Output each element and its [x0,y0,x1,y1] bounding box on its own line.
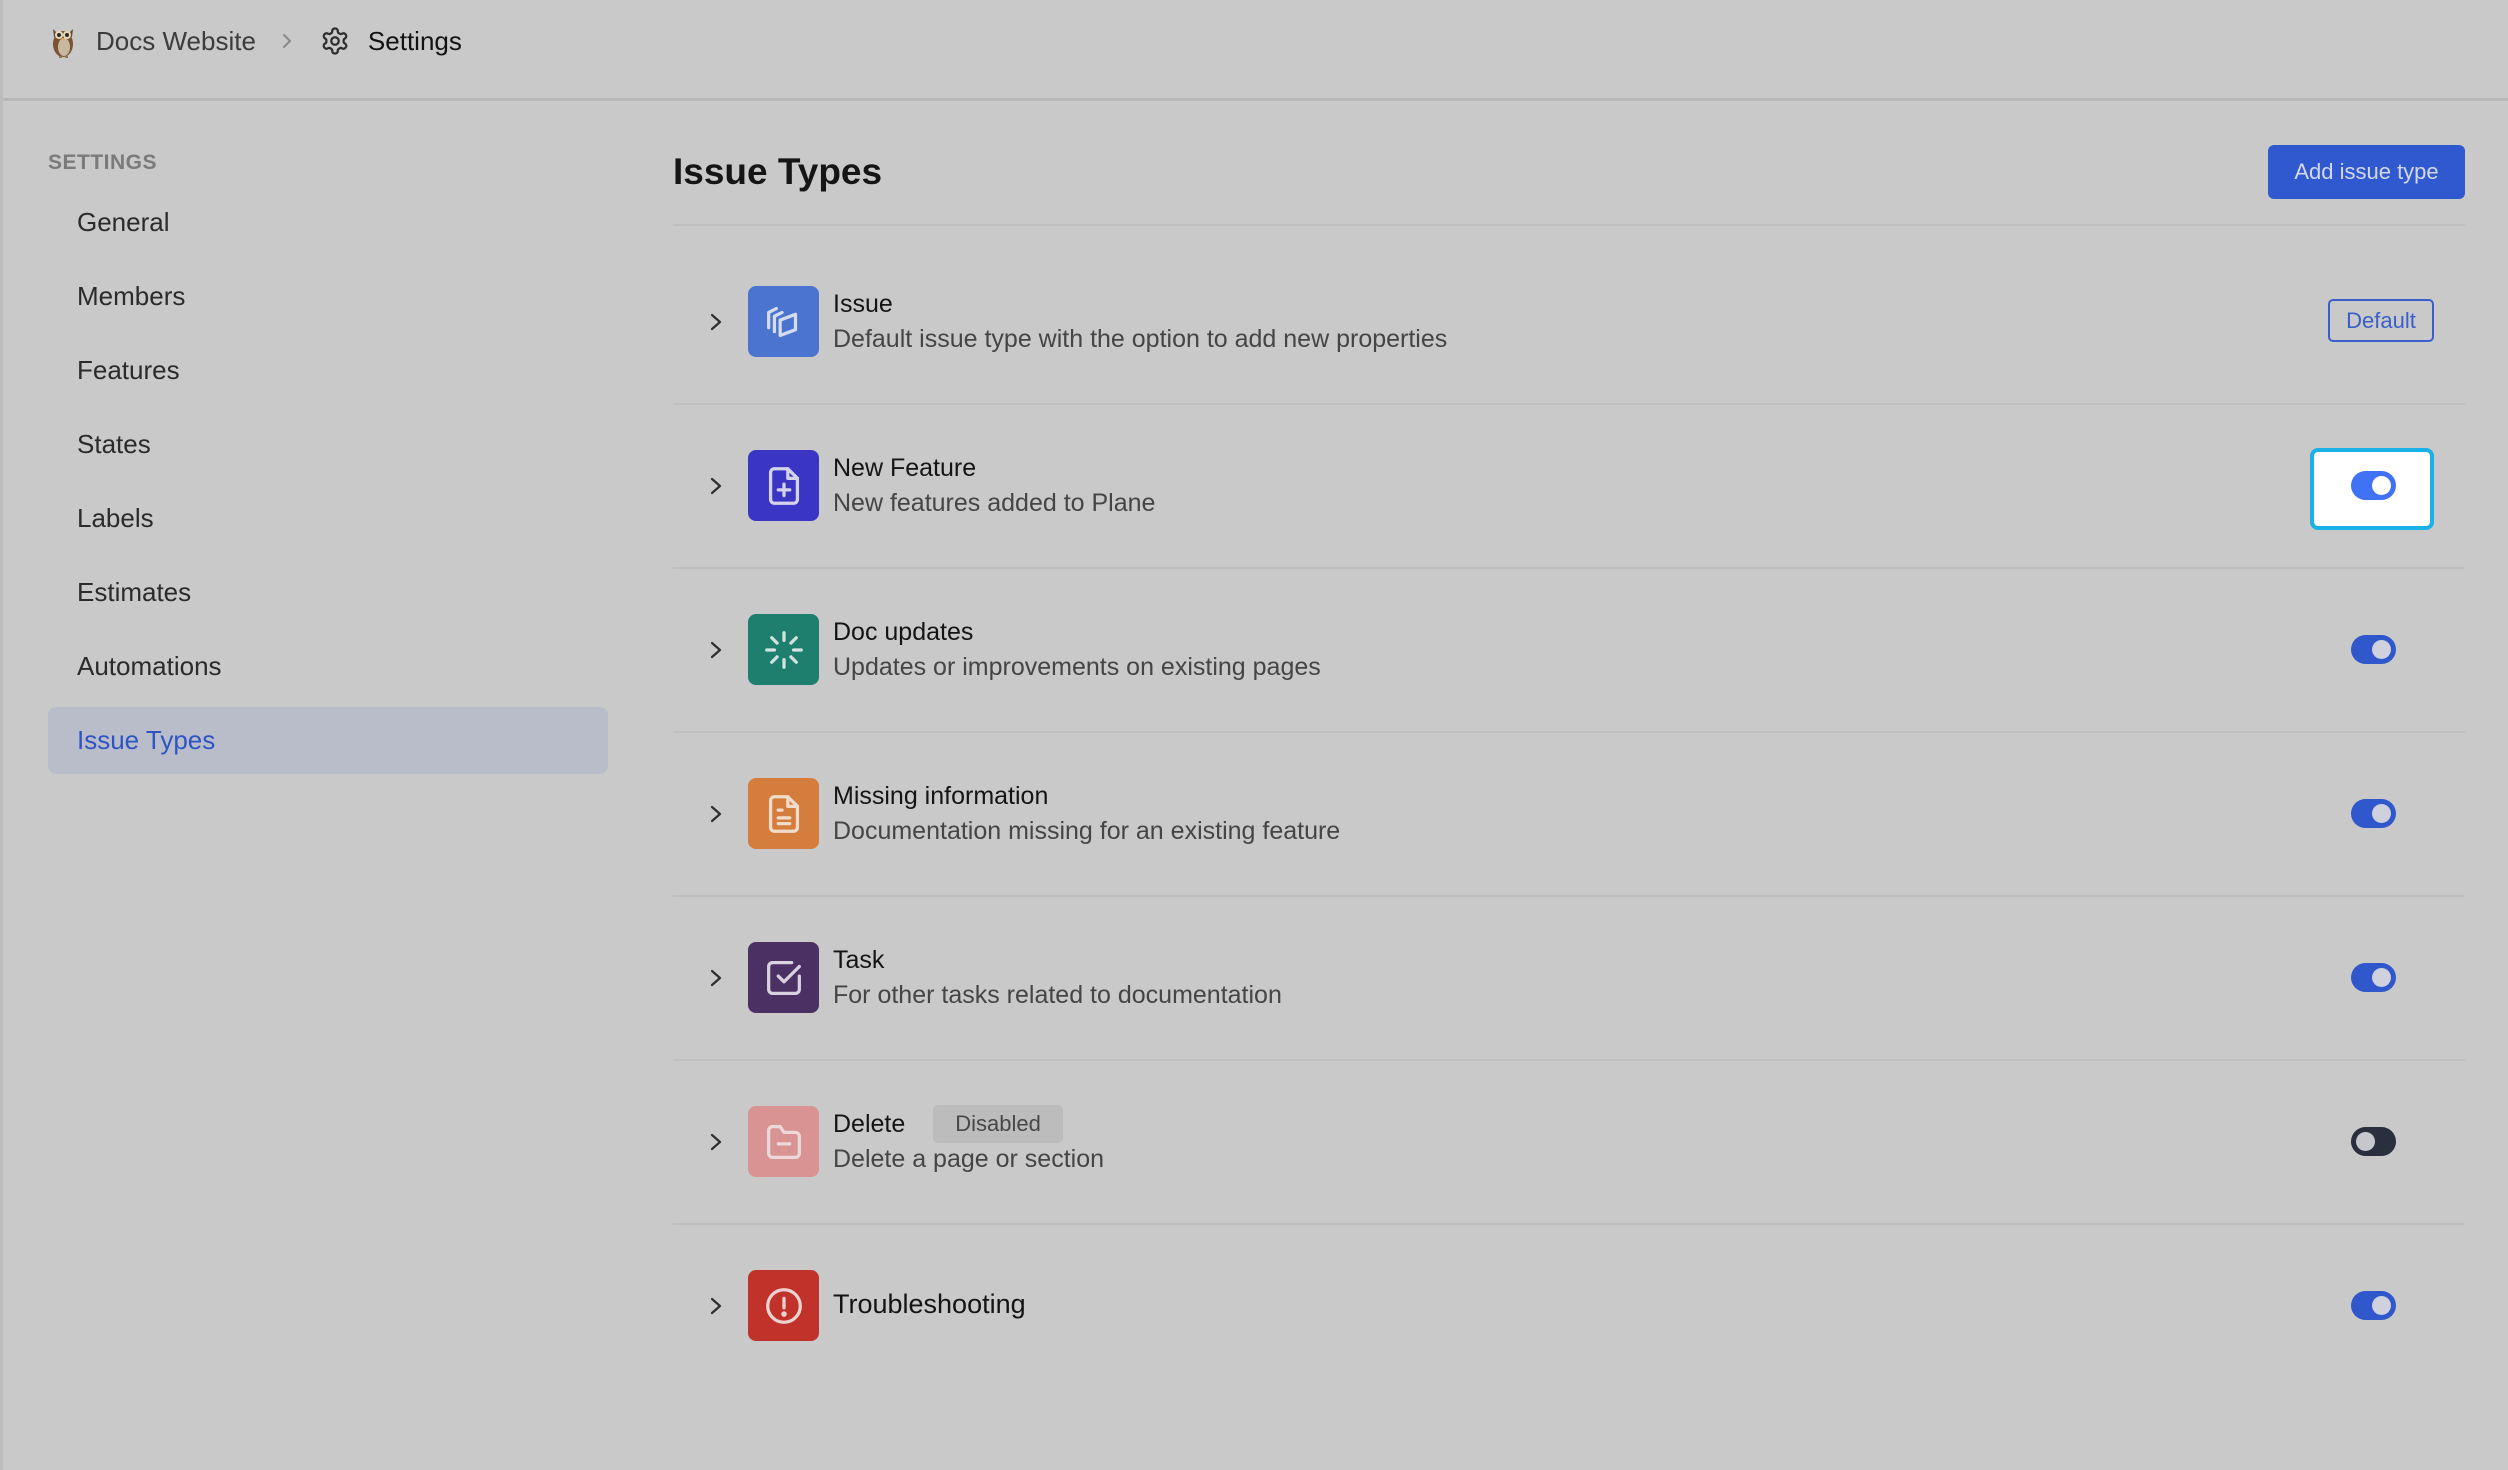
issue-type-text: Missing information Documentation missin… [833,779,1340,846]
sidebar-item-features[interactable]: Features [48,337,608,404]
sidebar-item-issue-types[interactable]: Issue Types [48,707,608,774]
issue-type-row: Task For other tasks related to document… [673,897,2465,1061]
sidebar-item-label: Members [77,281,186,311]
issue-type-description: Default issue type with the option to ad… [833,325,1448,353]
chevron-right-icon[interactable] [709,638,723,662]
issue-types-list: Issue Default issue type with the option… [673,241,2465,1389]
issue-type-row: Doc updates Updates or improvements on e… [673,569,2465,733]
issue-type-icon [748,1270,819,1341]
add-issue-type-button[interactable]: Add issue type [2268,145,2465,199]
enable-toggle[interactable] [2351,635,2396,664]
issue-type-name: Delete [833,1109,906,1138]
toggle-knob [2372,804,2391,823]
chevron-right-icon[interactable] [709,966,723,990]
issue-type-description: New features added to Plane [833,489,1156,517]
toggle-knob [2372,1296,2391,1315]
toggle-focus-highlight [2310,448,2434,530]
page-title: Issue Types [673,151,883,192]
issue-type-icon [748,1106,819,1177]
toggle-knob [2372,476,2391,495]
enable-toggle[interactable] [2351,471,2396,500]
issue-type-text: Task For other tasks related to document… [833,943,1282,1010]
issue-type-name: New Feature [833,453,977,482]
issue-type-description: For other tasks related to documentation [833,981,1282,1009]
issue-type-icon [748,778,819,849]
sidebar-item-general[interactable]: General [48,189,608,256]
sidebar-item-label: Automations [77,651,222,681]
issue-type-row: Missing information Documentation missin… [673,733,2465,897]
issue-type-text: New Feature New features added to Plane [833,451,1155,518]
square-check-icon [766,960,801,995]
enable-toggle[interactable] [2351,1291,2396,1320]
toggle-knob [2356,1132,2375,1151]
breadcrumb-project-link[interactable]: Docs Website [96,26,256,57]
breadcrumb-current: Settings [367,25,462,56]
sidebar-item-automations[interactable]: Automations [48,633,608,700]
file-plus-icon [768,466,799,505]
issue-type-text: Troubleshooting [833,1287,1026,1321]
sidebar-heading: SETTINGS [48,151,158,174]
sidebar-item-label: Features [77,355,180,385]
chevron-right-icon [282,34,291,48]
issue-type-text: Doc updates Updates or improvements on e… [833,615,1321,682]
sidebar-item-states[interactable]: States [48,411,608,478]
top-header: Docs Website Settings [3,0,2508,101]
disabled-badge: Disabled [933,1105,1063,1143]
owl-emoji-icon [53,29,73,58]
sidebar-item-estimates[interactable]: Estimates [48,559,608,626]
divider [673,224,2465,226]
sidebar-item-label: Issue Types [77,725,216,755]
toggle-knob [2372,968,2391,987]
issue-type-row: Troubleshooting [673,1225,2465,1389]
enable-toggle[interactable] [2351,799,2396,828]
issue-type-text: Delete Disabled Delete a page or section [833,1105,1105,1174]
issue-type-name: Doc updates [833,617,974,646]
enable-toggle[interactable] [2351,1127,2396,1156]
loader-icon [764,630,803,669]
chevron-right-icon[interactable] [709,1130,723,1154]
sidebar-item-members[interactable]: Members [48,263,608,330]
gear-icon [322,27,348,55]
folder-minus-icon [766,1124,801,1159]
alert-circle-icon [765,1287,802,1324]
issue-type-name: Issue [833,289,893,318]
issue-type-description: Documentation missing for an existing fe… [833,817,1341,845]
issue-type-name: Task [833,945,885,974]
app-window: Docs Website Settings SETTINGS General M… [0,0,2508,1470]
issue-type-icon [748,286,819,357]
issue-type-description: Updates or improvements on existing page… [833,653,1321,681]
issue-type-row: New Feature New features added to Plane [673,405,2465,569]
chevron-right-icon[interactable] [709,310,723,334]
file-text-icon [768,794,799,833]
sidebar-item-label: Estimates [77,577,192,607]
sidebar-item-label: General [77,207,170,237]
chevron-right-icon[interactable] [709,474,723,498]
default-badge: Default [2328,299,2434,342]
enable-toggle[interactable] [2351,963,2396,992]
issue-type-description: Delete a page or section [833,1145,1105,1173]
issue-type-row: Delete Disabled Delete a page or section [673,1061,2465,1225]
sidebar-item-labels[interactable]: Labels [48,485,608,552]
chevron-right-icon[interactable] [709,1294,723,1318]
breadcrumb: Docs Website Settings [50,20,462,62]
issue-type-name: Troubleshooting [833,1288,1026,1319]
issue-type-icon [748,450,819,521]
sidebar-item-label: Labels [77,503,154,533]
issue-type-name: Missing information [833,781,1049,810]
chevron-right-icon[interactable] [709,802,723,826]
issue-type-row: Issue Default issue type with the option… [673,241,2465,405]
sidebar-item-label: States [77,429,151,459]
layers-icon [766,306,797,337]
issue-type-text: Issue Default issue type with the option… [833,287,1447,354]
issue-type-icon [748,614,819,685]
sidebar-nav: General Members Features States Labels E… [48,189,608,781]
issue-type-icon [748,942,819,1013]
toggle-knob [2372,640,2391,659]
